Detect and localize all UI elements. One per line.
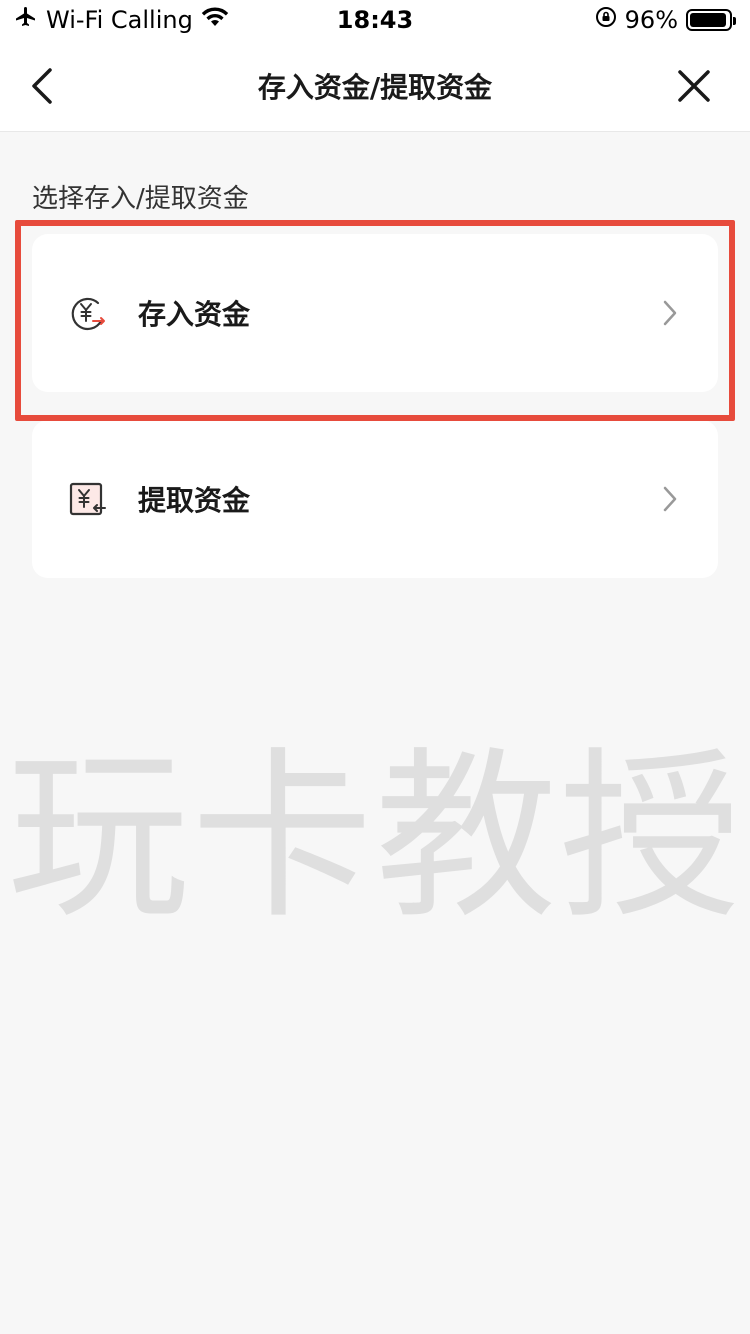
chevron-right-icon	[658, 298, 682, 328]
close-button[interactable]	[674, 66, 714, 106]
back-button[interactable]	[22, 64, 62, 108]
battery-percent: 96%	[624, 6, 678, 34]
section-label: 选择存入/提取资金	[32, 184, 249, 214]
page-title: 存入资金/提取资金	[257, 70, 493, 104]
watermark: 玩卡教授	[7, 731, 743, 943]
withdraw-label: 提取资金	[138, 484, 251, 517]
nav-bar: 存入资金/提取资金	[0, 40, 750, 132]
airplane-icon	[14, 5, 38, 35]
battery-level	[690, 13, 727, 27]
deposit-yen-icon	[68, 293, 108, 333]
status-bar: Wi-Fi Calling 18:43 96%	[0, 0, 750, 40]
deposit-label: 存入资金	[138, 298, 251, 331]
chevron-right-icon	[658, 484, 682, 514]
orientation-lock-icon	[595, 6, 617, 34]
wifi-icon	[201, 6, 229, 34]
close-icon	[678, 70, 710, 102]
status-right: 96%	[595, 6, 736, 34]
withdraw-yen-icon	[68, 479, 108, 519]
chevron-left-icon	[32, 68, 52, 104]
battery-icon	[686, 9, 736, 31]
carrier-label: Wi-Fi Calling	[46, 6, 193, 34]
status-left: Wi-Fi Calling	[14, 5, 229, 35]
deposit-option[interactable]: 存入资金	[32, 234, 718, 392]
withdraw-option[interactable]: 提取资金	[32, 420, 718, 578]
